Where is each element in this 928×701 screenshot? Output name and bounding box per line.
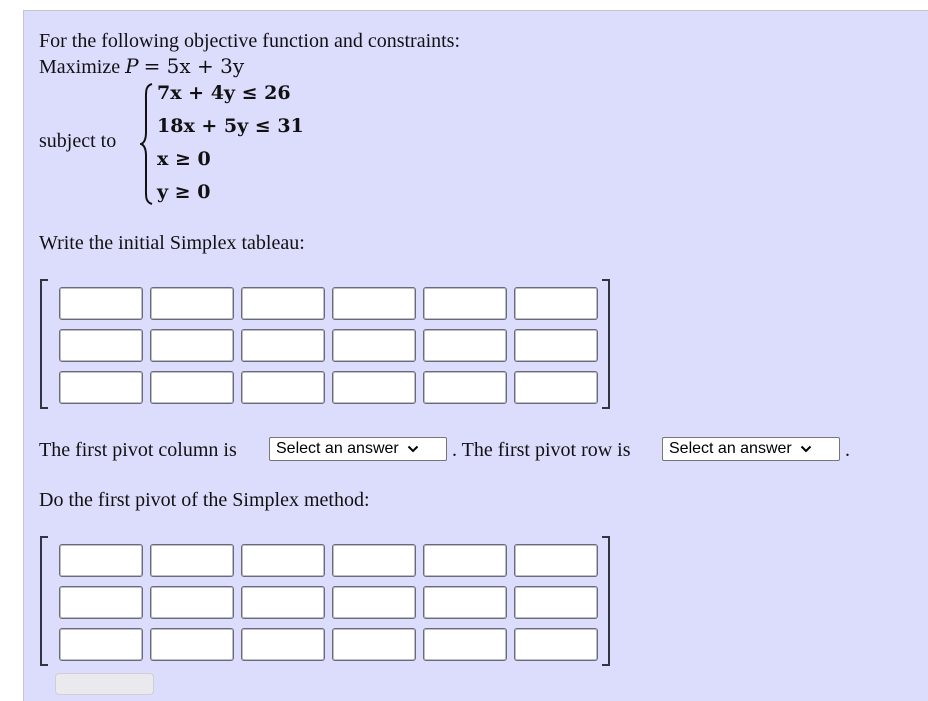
tableau-cell-r2-c6[interactable] <box>514 329 598 362</box>
tableau-cell-r3-c2[interactable] <box>150 371 234 404</box>
tableau-cell-r1-c2[interactable] <box>150 544 234 577</box>
tableau-cell-r2-c3[interactable] <box>241 329 325 362</box>
left-bracket <box>40 279 48 409</box>
first-pivot-matrix <box>40 536 610 666</box>
tableau-cell-r3-c5[interactable] <box>423 628 507 661</box>
tableau-cell-r3-c6[interactable] <box>514 628 598 661</box>
subject-to-label: subject to <box>39 130 117 152</box>
tableau-cell-r3-c1[interactable] <box>59 371 143 404</box>
tableau-cell-r2-c2[interactable] <box>150 586 234 619</box>
submit-button[interactable] <box>55 673 154 695</box>
pivot-row-text: . The first pivot row is <box>452 439 631 461</box>
pivot-column-select[interactable]: Select an answer <box>269 437 447 461</box>
tableau-cell-r2-c1[interactable] <box>59 586 143 619</box>
tableau-cell-r2-c3[interactable] <box>241 586 325 619</box>
tableau-cell-r2-c4[interactable] <box>332 329 416 362</box>
tableau-cell-r1-c2[interactable] <box>150 287 234 320</box>
pivot-row-select[interactable]: Select an answer <box>662 437 840 461</box>
tableau-cell-r1-c5[interactable] <box>423 287 507 320</box>
tableau-cell-r1-c3[interactable] <box>241 287 325 320</box>
objective-expression: = 5x + 3y <box>143 54 245 78</box>
tableau-cell-r3-c3[interactable] <box>241 371 325 404</box>
right-bracket <box>602 536 610 666</box>
pivot-end-period: . <box>845 439 850 461</box>
tableau-cell-r1-c6[interactable] <box>514 287 598 320</box>
pivot-column-select-value: Select an answer <box>276 440 399 457</box>
tableau-cell-r1-c4[interactable] <box>332 544 416 577</box>
tableau-cell-r2-c4[interactable] <box>332 586 416 619</box>
initial-tableau-prompt: Write the initial Simplex tableau: <box>39 232 305 254</box>
tableau-cell-r1-c6[interactable] <box>514 544 598 577</box>
initial-tableau-matrix <box>40 279 610 409</box>
tableau-cell-r1-c1[interactable] <box>59 544 143 577</box>
pivot-column-text: The first pivot column is <box>39 439 237 461</box>
left-bracket <box>40 536 48 666</box>
tableau-cell-r3-c3[interactable] <box>241 628 325 661</box>
constraint-1: 7x + 4y ≤ 26 <box>157 82 291 104</box>
tableau-cell-r1-c1[interactable] <box>59 287 143 320</box>
tableau-cell-r3-c6[interactable] <box>514 371 598 404</box>
maximize-label: Maximize <box>39 56 121 78</box>
first-pivot-prompt: Do the first pivot of the Simplex method… <box>39 489 370 511</box>
pivot-row-select-value: Select an answer <box>669 440 792 457</box>
tableau-cell-r3-c5[interactable] <box>423 371 507 404</box>
tableau-cell-r3-c4[interactable] <box>332 628 416 661</box>
intro-text: For the following objective function and… <box>39 30 461 52</box>
tableau-cell-r1-c5[interactable] <box>423 544 507 577</box>
objective-variable: P <box>125 54 139 78</box>
tableau-cell-r2-c6[interactable] <box>514 586 598 619</box>
tableau-cell-r3-c4[interactable] <box>332 371 416 404</box>
constraint-4: y ≥ 0 <box>157 181 211 203</box>
chevron-down-icon <box>407 445 419 453</box>
left-brace-icon <box>140 83 153 205</box>
right-bracket <box>602 279 610 409</box>
chevron-down-icon <box>800 445 812 453</box>
tableau-cell-r1-c4[interactable] <box>332 287 416 320</box>
tableau-cell-r2-c1[interactable] <box>59 329 143 362</box>
tableau-cell-r2-c5[interactable] <box>423 586 507 619</box>
tableau-cell-r1-c3[interactable] <box>241 544 325 577</box>
constraint-3: x ≥ 0 <box>157 148 211 170</box>
tableau-cell-r3-c2[interactable] <box>150 628 234 661</box>
tableau-cell-r2-c2[interactable] <box>150 329 234 362</box>
tableau-cell-r3-c1[interactable] <box>59 628 143 661</box>
objective-function: Maximize P = 5x + 3y <box>39 54 244 79</box>
tableau-cell-r2-c5[interactable] <box>423 329 507 362</box>
constraint-2: 18x + 5y ≤ 31 <box>157 115 304 137</box>
